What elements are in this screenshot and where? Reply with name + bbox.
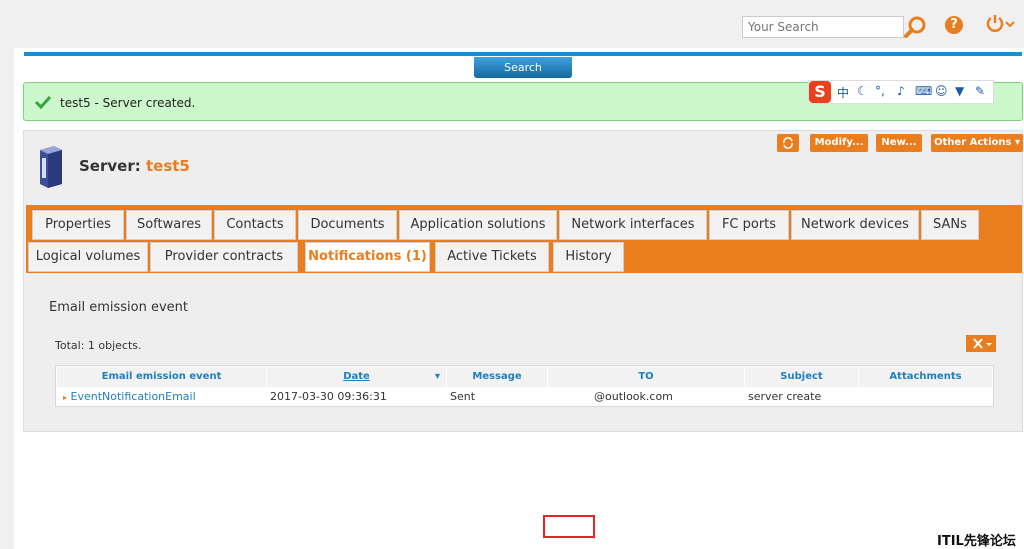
- notifications-table: Email emission event Date ▾ Message TO S…: [55, 365, 994, 407]
- header-rule: [24, 52, 1022, 56]
- tab-network-devices[interactable]: Network devices: [791, 210, 919, 240]
- tab-application-solutions[interactable]: Application solutions: [399, 210, 557, 240]
- column-header-attachments[interactable]: Attachments: [859, 367, 993, 387]
- other-actions-label: Other Actions: [934, 137, 1012, 148]
- column-header-subject[interactable]: Subject: [745, 367, 859, 387]
- tab-active-tickets[interactable]: Active Tickets: [435, 242, 549, 272]
- modify-button[interactable]: Modify...: [810, 134, 868, 152]
- ime-logo-icon[interactable]: S: [809, 81, 831, 103]
- tab-network-interfaces[interactable]: Network interfaces: [559, 210, 707, 240]
- tab-properties[interactable]: Properties: [32, 210, 124, 240]
- column-header-to[interactable]: TO: [548, 367, 745, 387]
- ime-toolbar[interactable]: S 中 ☾ °, ♪ ⌨ ☺ ▼ ✎: [808, 80, 994, 104]
- server-icon: [36, 144, 64, 188]
- cell-attachments: [859, 388, 993, 406]
- tab-contacts[interactable]: Contacts: [214, 210, 296, 240]
- user-icon[interactable]: ☺: [935, 84, 948, 98]
- chevron-down-icon: ▾: [1014, 137, 1020, 148]
- cell-subject: server create: [748, 390, 822, 403]
- ime-mode[interactable]: 中: [837, 84, 849, 101]
- sort-descending-icon: ▾: [434, 371, 440, 382]
- object-title: Server: test5: [79, 157, 190, 175]
- column-header-date-label: Date: [343, 371, 370, 382]
- column-header-date[interactable]: Date ▾: [267, 367, 447, 387]
- cell-date: 2017-03-30 09:36:31: [270, 390, 387, 403]
- tab-bar: Properties Softwares Contacts Documents …: [26, 205, 1022, 273]
- tab-sans[interactable]: SANs: [921, 210, 979, 240]
- tab-notifications[interactable]: Notifications (1): [305, 242, 430, 272]
- microphone-icon[interactable]: ♪: [897, 84, 905, 98]
- object-name: test5: [145, 157, 190, 175]
- tab-softwares[interactable]: Softwares: [126, 210, 212, 240]
- help-icon[interactable]: ?: [945, 16, 963, 34]
- punctuation-icon[interactable]: °,: [875, 84, 885, 98]
- shirt-icon[interactable]: ▼: [955, 84, 964, 98]
- redaction-box: [543, 515, 595, 538]
- expand-arrow-icon: ▸: [63, 393, 68, 402]
- search-drawer-button[interactable]: Search: [474, 57, 572, 78]
- other-actions-button[interactable]: Other Actions ▾: [931, 134, 1023, 152]
- moon-icon[interactable]: ☾: [857, 84, 868, 98]
- success-message-text: test5 - Server created.: [60, 96, 196, 110]
- object-panel: Server: test5 Modify... New... Other Act…: [23, 130, 1023, 538]
- tab-history[interactable]: History: [553, 242, 624, 272]
- column-header-email-event[interactable]: Email emission event: [57, 367, 267, 387]
- refresh-button[interactable]: [777, 134, 799, 152]
- checkmark-icon: [34, 95, 52, 110]
- top-bar: ?: [0, 0, 1024, 48]
- tab-fc-ports[interactable]: FC ports: [709, 210, 789, 240]
- new-button[interactable]: New...: [876, 134, 922, 152]
- global-search-input[interactable]: [742, 16, 904, 38]
- column-header-message[interactable]: Message: [447, 367, 548, 387]
- wrench-icon[interactable]: ✎: [975, 84, 985, 98]
- total-count: Total: 1 objects.: [55, 339, 142, 352]
- cell-to: @outlook.com: [594, 390, 673, 403]
- search-icon[interactable]: [904, 15, 928, 39]
- table-row-link[interactable]: ▸ EventNotificationEmail: [60, 388, 267, 406]
- tab-documents[interactable]: Documents: [298, 210, 397, 240]
- keyboard-icon[interactable]: ⌨: [915, 84, 932, 98]
- section-title: Email emission event: [49, 300, 188, 315]
- cell-message: Sent: [450, 390, 476, 403]
- tab-provider-contracts[interactable]: Provider contracts: [150, 242, 298, 272]
- power-icon[interactable]: [986, 14, 1016, 36]
- watermark: ITIL先锋论坛: [937, 534, 1016, 549]
- left-margin: [0, 48, 14, 549]
- tab-logical-volumes[interactable]: Logical volumes: [28, 242, 148, 272]
- object-type-label: Server:: [79, 157, 141, 175]
- cell-event: EventNotificationEmail: [70, 390, 196, 403]
- table-config-button[interactable]: [966, 335, 996, 352]
